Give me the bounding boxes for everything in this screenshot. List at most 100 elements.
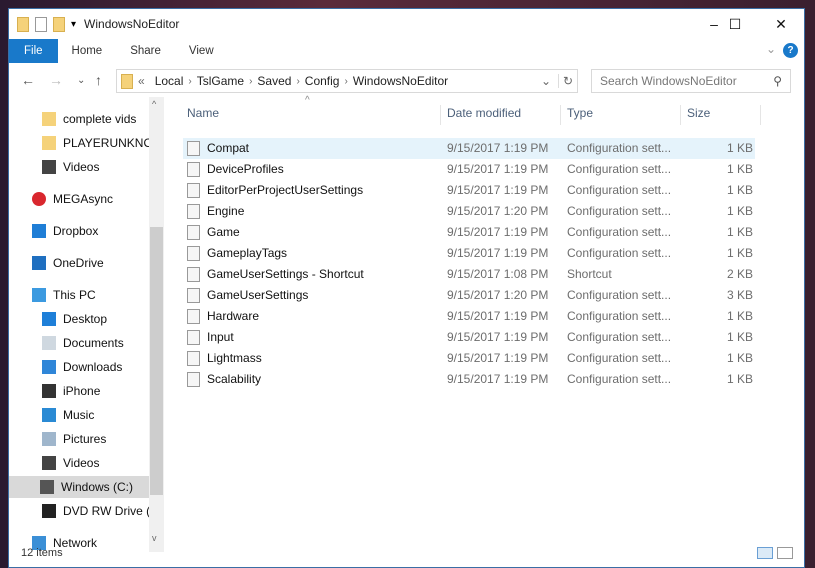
shortcut-file-icon	[187, 267, 200, 282]
tab-home[interactable]: Home	[58, 39, 117, 63]
sidebar-item[interactable]: OneDrive	[32, 252, 104, 274]
file-row[interactable]: EditorPerProjectUserSettings 9/15/2017 1:…	[183, 180, 755, 201]
scroll-up-icon[interactable]: ^	[152, 99, 156, 109]
help-icon[interactable]: ?	[783, 43, 798, 58]
file-name: Input	[207, 330, 234, 344]
file-row[interactable]: Engine 9/15/2017 1:20 PM Configuration set…	[183, 201, 755, 222]
file-row[interactable]: Scalability 9/15/2017 1:19 PM Configuratio…	[183, 369, 755, 390]
new-folder-icon[interactable]	[53, 16, 65, 32]
file-row[interactable]: GameUserSettings - Shortcut 9/15/2017 1:0…	[183, 264, 755, 285]
breadcrumb-saved[interactable]: Saved	[257, 74, 291, 88]
status-item-count: 12 items	[21, 547, 63, 559]
sidebar-item[interactable]: Downloads	[42, 356, 122, 378]
sidebar-item-label: Music	[63, 408, 95, 422]
chevron-right-icon[interactable]: ›	[188, 76, 191, 87]
sidebar-item[interactable]: This PC	[32, 284, 96, 306]
sidebar-item[interactable]: Desktop	[42, 308, 107, 330]
tab-share[interactable]: Share	[116, 39, 175, 63]
overflow-icon[interactable]: «	[138, 74, 145, 88]
sidebar-item[interactable]: DVD RW Drive (D:)	[42, 500, 164, 522]
config-file-icon	[187, 225, 200, 240]
file-row[interactable]: GameplayTags 9/15/2017 1:19 PM Configurati…	[183, 243, 755, 264]
details-view-icon[interactable]	[757, 547, 773, 559]
forward-icon[interactable]: →	[49, 72, 63, 88]
sidebar-item[interactable]: MEGAsync	[32, 188, 113, 210]
file-type: Configuration sett...	[567, 225, 672, 239]
sidebar-item[interactable]: Windows (C:)	[9, 476, 149, 498]
config-file-icon	[187, 141, 200, 156]
breadcrumb-local[interactable]: Local	[155, 74, 184, 88]
back-icon[interactable]: ←	[21, 72, 35, 88]
close-button[interactable]: ✕	[758, 9, 804, 39]
file-row[interactable]: Game 9/15/2017 1:19 PM Configuration sett.…	[183, 222, 755, 243]
sidebar-item-label: Documents	[63, 336, 124, 350]
column-size[interactable]: Size	[681, 105, 761, 125]
column-name[interactable]: Name	[181, 105, 441, 125]
address-bar[interactable]: « Local › TslGame › Saved › Config › Windows…	[116, 69, 578, 93]
file-row[interactable]: Input 9/15/2017 1:19 PM Configuration sett…	[183, 327, 755, 348]
file-name: Compat	[207, 141, 250, 155]
scroll-down-icon[interactable]: v	[152, 533, 157, 543]
column-date-modified[interactable]: Date modified	[441, 105, 561, 125]
file-date: 9/15/2017 1:19 PM	[447, 372, 549, 386]
file-size: 3 KB	[726, 288, 753, 302]
tab-file[interactable]: File	[9, 39, 58, 63]
search-input[interactable]: Search WindowsNoEditor ⚲	[591, 69, 791, 93]
sidebar-item[interactable]: complete vids	[42, 108, 136, 130]
large-icons-view-icon[interactable]	[777, 547, 793, 559]
file-row[interactable]: DeviceProfiles 9/15/2017 1:19 PM Configura…	[183, 159, 755, 180]
customize-quick-access-icon[interactable]: ▾	[71, 19, 76, 30]
file-list: ^ Name Date modified Type Size Compat 9/1…	[171, 95, 801, 557]
file-name: Engine	[207, 204, 245, 218]
sidebar-item[interactable]: Dropbox	[32, 220, 98, 242]
phone-icon	[42, 384, 56, 398]
sidebar-item[interactable]: PLAYERUNKNOWN	[42, 132, 164, 154]
tab-view[interactable]: View	[175, 39, 228, 63]
file-row[interactable]: Hardware 9/15/2017 1:19 PM Configuration s…	[183, 306, 755, 327]
videos-icon	[42, 160, 56, 174]
breadcrumb-windowsnoeditor[interactable]: WindowsNoEditor	[353, 74, 448, 88]
chevron-right-icon[interactable]: ›	[249, 76, 252, 87]
file-size: 1 KB	[726, 309, 753, 323]
sidebar-item[interactable]: Music	[42, 404, 94, 426]
sidebar-item[interactable]: Pictures	[42, 428, 106, 450]
file-name: Game	[207, 225, 240, 239]
search-icon[interactable]: ⚲	[773, 70, 782, 92]
file-type: Configuration sett...	[567, 288, 672, 302]
sidebar-scrollbar[interactable]: ^ v	[149, 97, 164, 552]
file-type: Configuration sett...	[567, 330, 672, 344]
sidebar-item-label: This PC	[53, 288, 96, 302]
chevron-right-icon[interactable]: ›	[344, 76, 347, 87]
file-row[interactable]: GameUserSettings 9/15/2017 1:20 PM Configu…	[183, 285, 755, 306]
file-name: GameUserSettings	[207, 288, 309, 302]
file-size: 1 KB	[726, 162, 753, 176]
file-size: 1 KB	[726, 183, 753, 197]
address-dropdown-icon[interactable]: ⌄	[541, 74, 551, 88]
refresh-icon[interactable]: ↻	[557, 74, 573, 88]
ribbon-tabs: File Home Share View ⌄ ?	[9, 39, 804, 63]
breadcrumb-tslgame[interactable]: TslGame	[197, 74, 244, 88]
sidebar-item[interactable]: Videos	[42, 156, 99, 178]
file-size: 1 KB	[726, 141, 753, 155]
file-row[interactable]: Compat 9/15/2017 1:19 PM Configuration set…	[183, 138, 755, 159]
column-type[interactable]: Type	[561, 105, 681, 125]
sidebar-item[interactable]: iPhone	[42, 380, 100, 402]
recent-locations-icon[interactable]: ⌄	[77, 75, 85, 86]
expand-ribbon-icon[interactable]: ⌄	[766, 42, 776, 56]
config-file-icon	[187, 246, 200, 261]
breadcrumb-config[interactable]: Config	[305, 74, 340, 88]
chevron-right-icon[interactable]: ›	[296, 76, 299, 87]
sidebar-item-label: OneDrive	[53, 256, 104, 270]
file-size: 1 KB	[726, 351, 753, 365]
file-type: Shortcut	[567, 267, 612, 281]
sidebar-item[interactable]: Documents	[42, 332, 124, 354]
up-icon[interactable]: ↑	[95, 72, 102, 88]
file-size: 1 KB	[726, 372, 753, 386]
sidebar-item[interactable]: Videos	[42, 452, 99, 474]
view-toggle	[757, 547, 797, 561]
file-row[interactable]: Lightmass 9/15/2017 1:19 PM Configuration …	[183, 348, 755, 369]
sidebar-scroll-thumb[interactable]	[150, 227, 163, 495]
properties-icon[interactable]	[35, 16, 47, 32]
pictures-icon	[42, 432, 56, 446]
maximize-button[interactable]: ☐	[712, 9, 758, 39]
